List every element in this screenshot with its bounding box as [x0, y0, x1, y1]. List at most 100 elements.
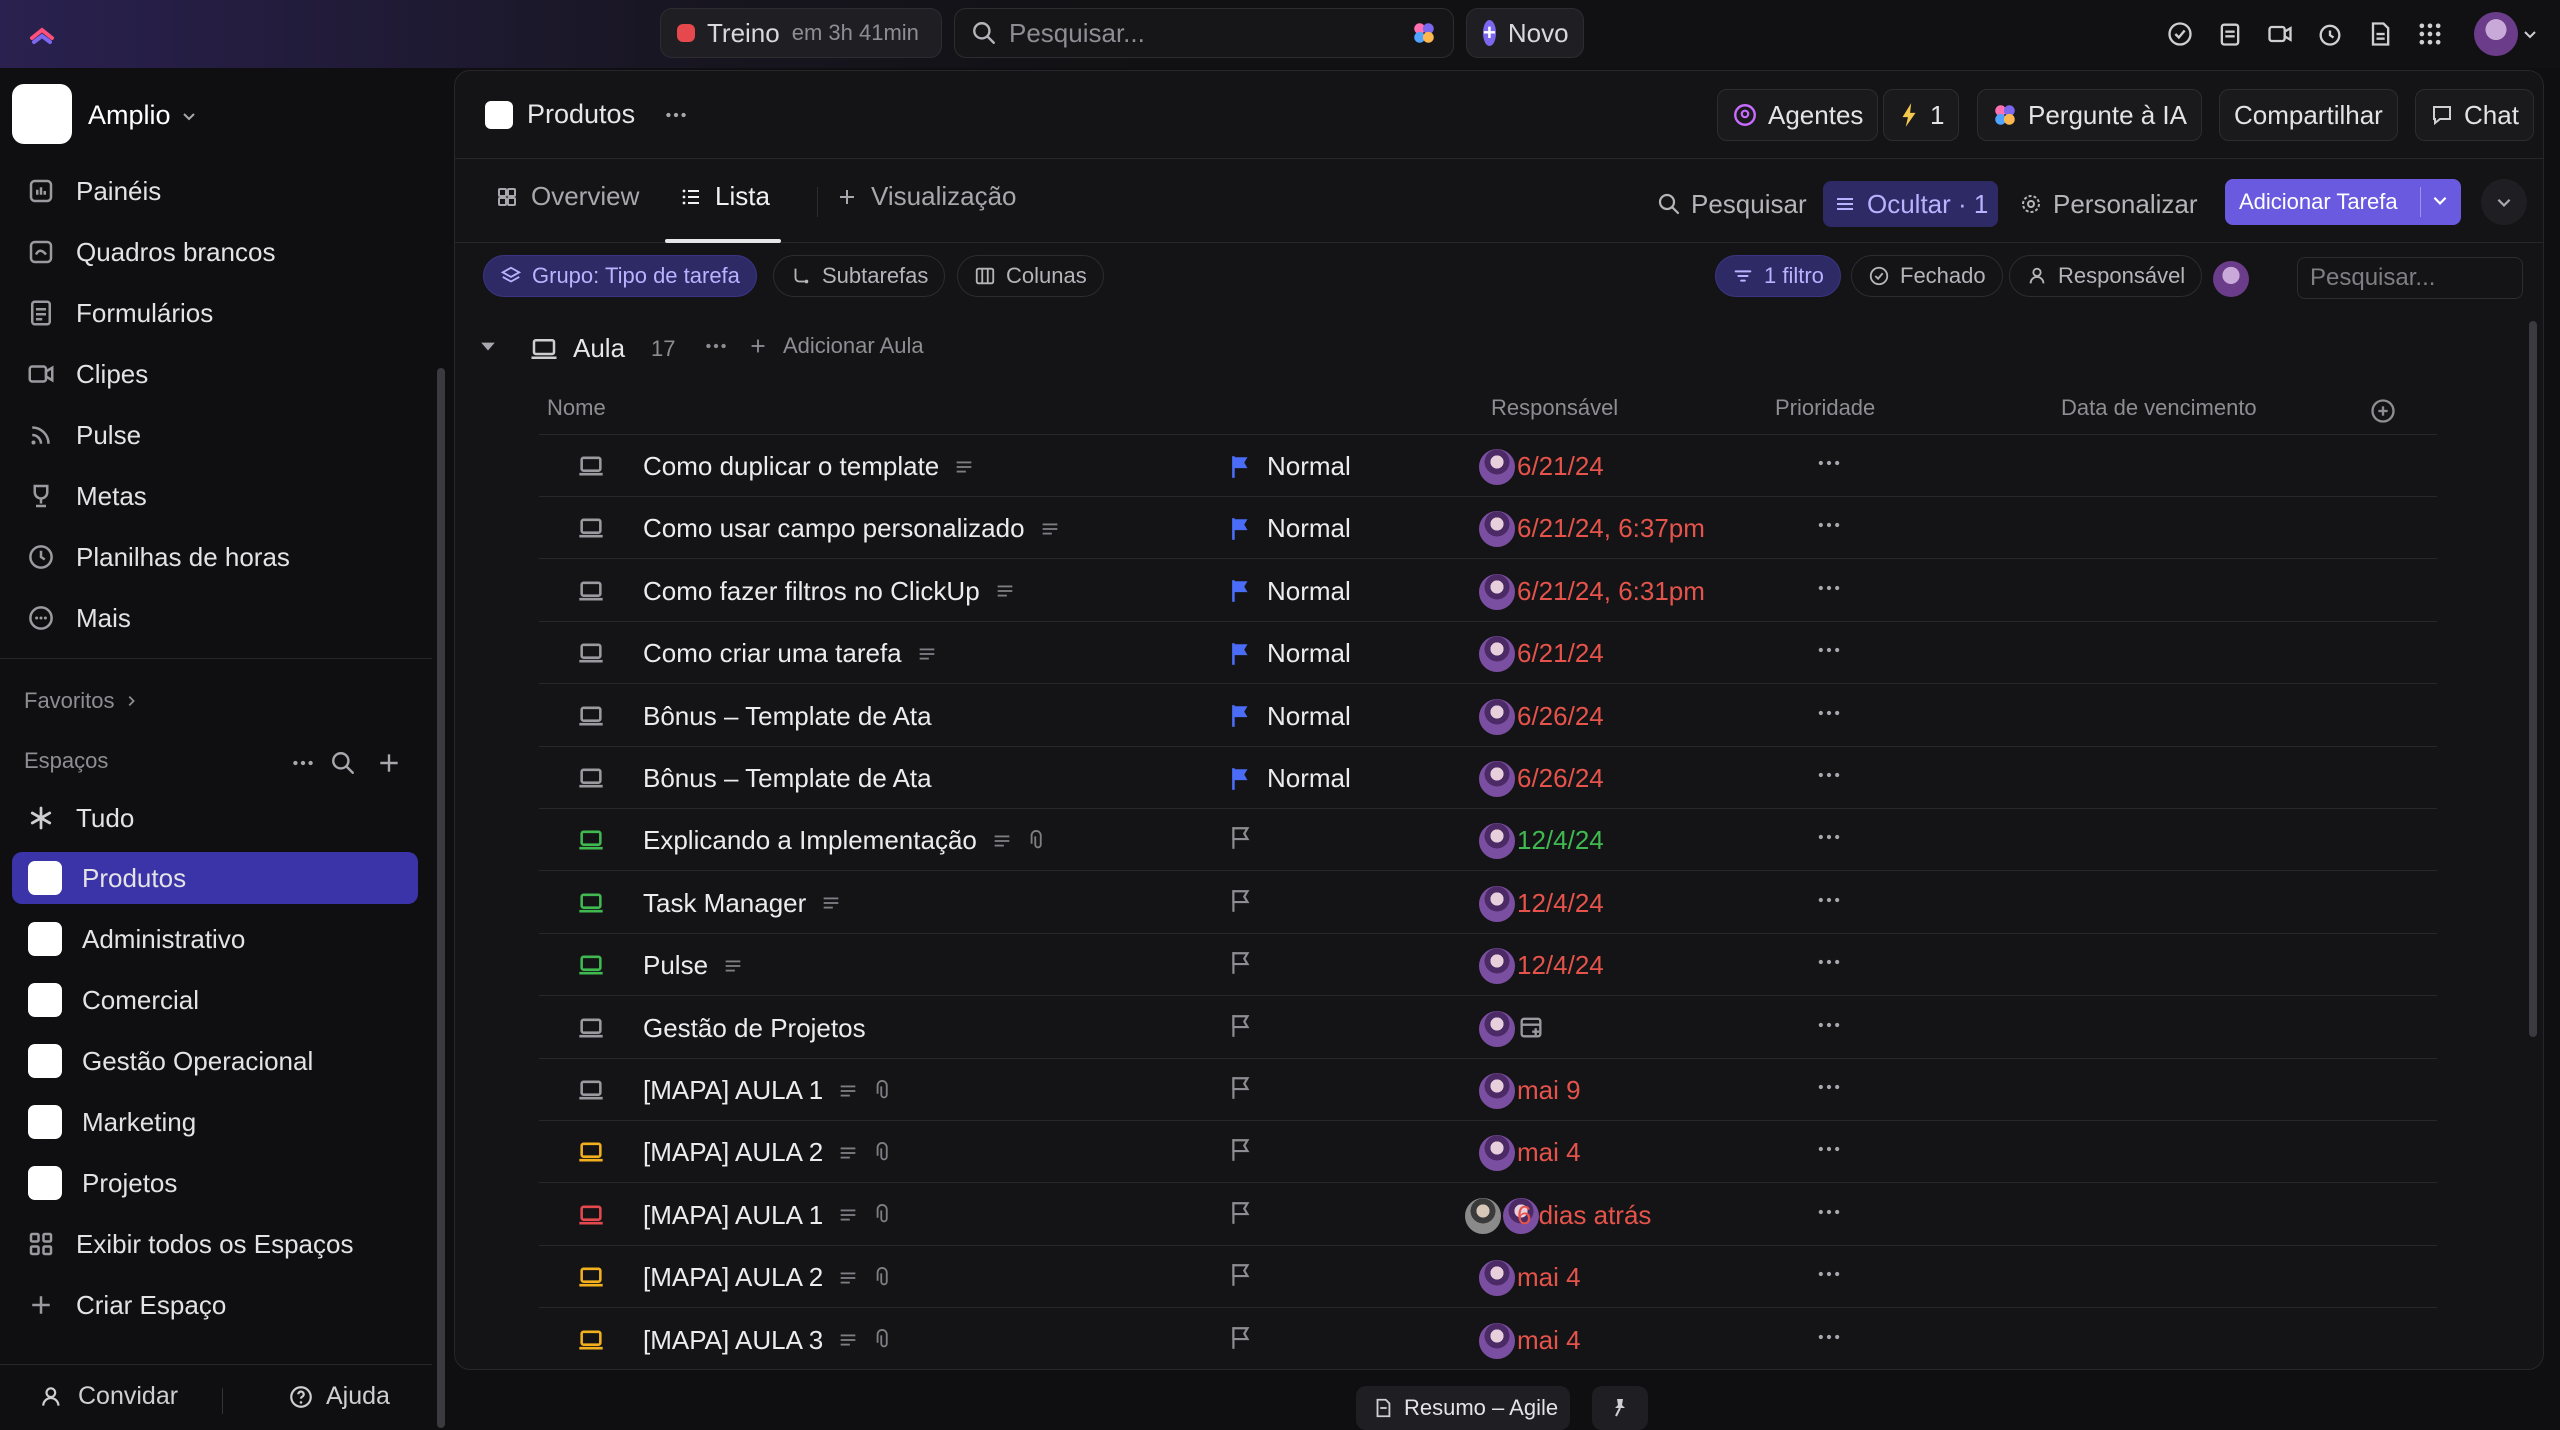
row-more-icon[interactable]	[1815, 1198, 1843, 1226]
check-circle-icon[interactable]	[2166, 20, 2194, 48]
priority-cell[interactable]	[1229, 1325, 1253, 1351]
priority-cell[interactable]: Normal	[1229, 701, 1351, 732]
agents-button[interactable]: Agentes	[1717, 89, 1879, 141]
priority-cell[interactable]	[1229, 888, 1253, 914]
row-more-icon[interactable]	[1815, 699, 1843, 727]
task-name-cell[interactable]: Pulse	[643, 950, 744, 981]
tab-overview[interactable]: Overview	[495, 181, 639, 212]
table-row[interactable]: Como duplicar o template Normal 6/21/24	[539, 435, 2437, 497]
due-date[interactable]: 6/26/24	[1517, 763, 1604, 794]
priority-cell[interactable]: Normal	[1229, 763, 1351, 794]
row-more-icon[interactable]	[1815, 1323, 1843, 1351]
due-date[interactable]: mai 4	[1517, 1137, 1581, 1168]
table-row[interactable]: [MAPA] AULA 1 6 dias atrás	[539, 1184, 2437, 1246]
task-name-cell[interactable]: [MAPA] AULA 1	[643, 1200, 895, 1231]
assignee-avatar[interactable]	[1477, 1133, 1517, 1174]
automations-button[interactable]: 1	[1883, 89, 1960, 141]
share-button[interactable]: Compartilhar	[2219, 89, 2398, 141]
due-date[interactable]: 6/21/24	[1517, 638, 1604, 669]
hide-button[interactable]: Ocultar · 1	[1823, 181, 1999, 227]
table-row[interactable]: Como fazer filtros no ClickUp Normal 6/2…	[539, 560, 2437, 622]
space-item-all[interactable]: Tudo	[26, 792, 134, 844]
list-scrollbar[interactable]	[2529, 321, 2537, 1037]
priority-cell[interactable]	[1229, 1262, 1253, 1288]
priority-cell[interactable]	[1229, 950, 1253, 976]
assignee-avatar[interactable]	[1477, 696, 1517, 737]
assignee-avatar[interactable]	[1477, 1008, 1517, 1049]
task-search-input[interactable]	[2297, 257, 2523, 299]
assignee-avatar[interactable]	[1477, 883, 1517, 924]
spaces-add-icon[interactable]	[376, 750, 402, 776]
priority-cell[interactable]	[1229, 1200, 1253, 1226]
sidebar-item-forms[interactable]: Formulários	[26, 287, 213, 339]
chat-button[interactable]: Chat	[2415, 89, 2534, 141]
collapse-caret-icon[interactable]	[479, 337, 497, 355]
column-header-name[interactable]: Nome	[547, 395, 606, 421]
row-more-icon[interactable]	[1815, 886, 1843, 914]
table-row[interactable]: Como usar campo personalizado Normal 6/2…	[539, 497, 2437, 560]
space-item-comercial[interactable]: Comercial	[12, 974, 418, 1026]
table-row[interactable]: Gestão de Projetos	[539, 997, 2437, 1059]
due-date[interactable]: mai 4	[1517, 1325, 1581, 1356]
task-name-cell[interactable]: Bônus – Template de Ata	[643, 763, 932, 794]
workspace-logo[interactable]	[12, 84, 72, 144]
spaces-more-icon[interactable]	[290, 750, 316, 776]
breadcrumb[interactable]: Produtos	[485, 99, 689, 130]
due-date[interactable]: 6/21/24, 6:37pm	[1517, 513, 1705, 544]
table-row[interactable]: [MAPA] AULA 3 mai 4	[539, 1309, 2437, 1369]
alarm-clock-icon[interactable]	[2316, 20, 2344, 48]
task-name-cell[interactable]: [MAPA] AULA 2	[643, 1262, 895, 1293]
apps-grid-icon[interactable]	[2416, 20, 2444, 48]
table-row[interactable]: Bônus – Template de Ata Normal 6/26/24	[539, 747, 2437, 809]
group-by-chip[interactable]: Grupo: Tipo de tarefa	[483, 255, 757, 297]
task-name-cell[interactable]: Como fazer filtros no ClickUp	[643, 576, 1016, 607]
customize-button[interactable]: Personalizar	[2009, 181, 2208, 227]
sidebar-item-goals[interactable]: Metas	[26, 470, 147, 522]
assignee-avatar[interactable]	[1463, 1195, 1503, 1236]
spaces-search-icon[interactable]	[330, 750, 356, 776]
help-button[interactable]: Ajuda	[288, 1382, 390, 1411]
subtasks-chip[interactable]: Subtarefas	[773, 255, 946, 297]
sidebar-item-whiteboards[interactable]: Quadros brancos	[26, 226, 275, 278]
priority-cell[interactable]: Normal	[1229, 513, 1351, 544]
app-logo-icon[interactable]	[26, 18, 58, 50]
due-date[interactable]: mai 9	[1517, 1075, 1581, 1106]
assignee-chip[interactable]: Responsável	[2009, 255, 2203, 297]
add-column-icon[interactable]	[2369, 397, 2397, 425]
global-search[interactable]: Pesquisar...	[954, 8, 1454, 58]
due-date[interactable]: 12/4/24	[1517, 825, 1604, 856]
chevron-down-icon[interactable]	[2431, 191, 2449, 209]
sidebar-item-timesheets[interactable]: Planilhas de horas	[26, 531, 290, 583]
due-date[interactable]: 6/21/24, 6:31pm	[1517, 576, 1705, 607]
space-item-produtos[interactable]: Produtos	[12, 852, 418, 904]
closed-chip[interactable]: Fechado	[1851, 255, 2003, 297]
table-row[interactable]: Como criar uma tarefa Normal 6/21/24	[539, 622, 2437, 685]
new-button[interactable]: + Novo	[1466, 8, 1584, 58]
assignee-avatar[interactable]	[1477, 946, 1517, 987]
column-header-priority[interactable]: Prioridade	[1775, 395, 1875, 421]
row-more-icon[interactable]	[1815, 511, 1843, 539]
sidebar-item-dashboards[interactable]: Painéis	[26, 165, 161, 217]
ask-ai-button[interactable]: Pergunte à IA	[1977, 89, 2202, 141]
user-avatar[interactable]	[2474, 12, 2518, 56]
table-row[interactable]: Pulse 12/4/24	[539, 934, 2437, 997]
list-search-button[interactable]: Pesquisar	[1647, 181, 1817, 227]
document-icon[interactable]	[2366, 20, 2394, 48]
title-more-icon[interactable]	[663, 102, 689, 128]
assignee-avatar[interactable]	[1477, 634, 1517, 675]
task-name-cell[interactable]: Explicando a Implementação	[643, 825, 1049, 856]
row-more-icon[interactable]	[1815, 1011, 1843, 1039]
row-more-icon[interactable]	[1815, 449, 1843, 477]
priority-cell[interactable]	[1229, 1137, 1253, 1163]
due-date[interactable]: 6 dias atrás	[1517, 1200, 1651, 1231]
space-item-marketing[interactable]: Marketing	[12, 1096, 418, 1148]
sidebar-item-more[interactable]: Mais	[26, 592, 131, 644]
row-more-icon[interactable]	[1815, 1135, 1843, 1163]
assignee-avatar[interactable]	[1477, 509, 1517, 550]
set-due-date-icon[interactable]	[1517, 1013, 1545, 1041]
task-name-cell[interactable]: Task Manager	[643, 888, 842, 919]
group-more-icon[interactable]	[703, 333, 729, 359]
task-name-cell[interactable]: Bônus – Template de Ata	[643, 701, 932, 732]
show-all-spaces[interactable]: Exibir todos os Espaços	[26, 1218, 353, 1270]
row-more-icon[interactable]	[1815, 636, 1843, 664]
